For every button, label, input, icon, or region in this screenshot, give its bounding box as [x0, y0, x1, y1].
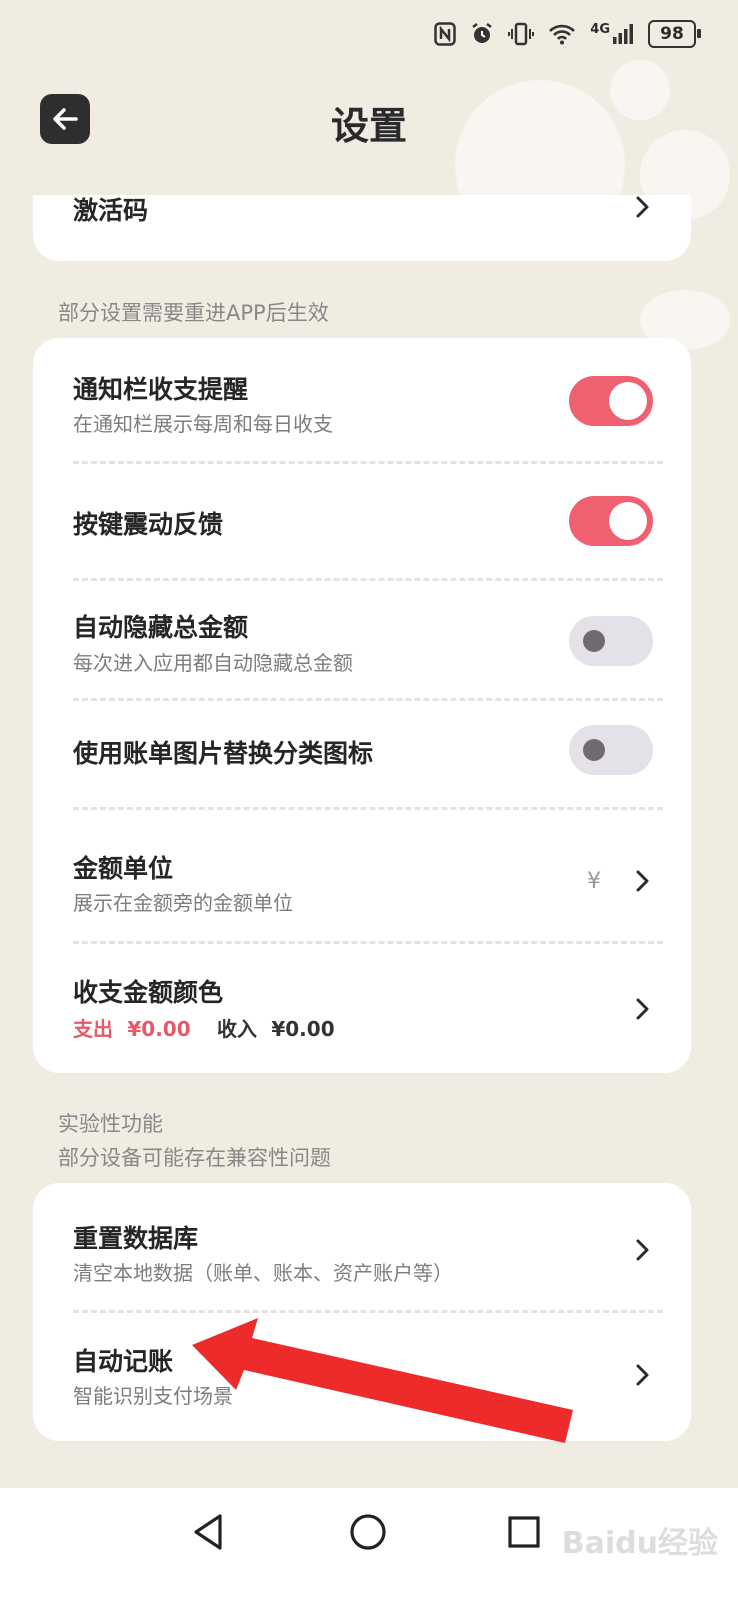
status-bar: 4G 98: [0, 0, 738, 70]
amount-color-title: 收支金额颜色: [73, 978, 224, 1007]
chevron-right-icon: [636, 196, 649, 218]
reset-database-subtitle: 清空本地数据（账单、账本、资产账户等）: [73, 1261, 453, 1285]
page-title: 设置: [330, 104, 407, 148]
activation-code-label: 激活码: [73, 196, 149, 225]
amount-unit-value: ¥: [587, 869, 601, 894]
section-notice: 部分设置需要重进APP后生效: [58, 301, 329, 325]
amount-color-preview: 支出 ¥0.00 收入 ¥0.00: [73, 1013, 335, 1042]
auto-bookkeeping-row[interactable]: 自动记账 智能识别支付场景: [33, 1312, 691, 1441]
notify-subtitle: 在通知栏展示每周和每日收支: [73, 412, 333, 436]
hide-amount-title: 自动隐藏总金额: [73, 613, 249, 642]
nav-recents-icon[interactable]: [506, 1512, 542, 1552]
toggle-knob: [583, 630, 605, 652]
battery-icon: 98: [648, 20, 701, 48]
amount-unit-row[interactable]: 金额单位 展示在金额旁的金额单位 ¥: [33, 809, 691, 941]
nfc-icon: [434, 22, 457, 46]
signal-icon: [613, 24, 633, 44]
amount-unit-subtitle: 展示在金额旁的金额单位: [73, 891, 293, 915]
income-value: ¥0.00: [271, 1017, 335, 1041]
vibrate-icon: [508, 22, 535, 46]
toggle-knob: [583, 739, 605, 761]
bill-image-row: 使用账单图片替换分类图标: [33, 700, 691, 808]
notify-row: 通知栏收支提醒 在通知栏展示每周和每日收支: [33, 338, 691, 458]
income-label: 收入: [216, 1017, 257, 1041]
experimental-label: 实验性功能: [58, 1112, 163, 1136]
reset-database-row[interactable]: 重置数据库 清空本地数据（账单、账本、资产账户等）: [33, 1183, 691, 1309]
hide-amount-toggle[interactable]: [569, 616, 653, 666]
bill-image-toggle[interactable]: [569, 725, 653, 775]
wifi-icon: [549, 24, 576, 45]
hide-amount-row: 自动隐藏总金额 每次进入应用都自动隐藏总金额: [33, 580, 691, 698]
auto-bookkeeping-subtitle: 智能识别支付场景: [73, 1384, 233, 1408]
chevron-right-icon: [636, 1239, 649, 1261]
network-type: 4G: [590, 21, 610, 37]
expense-label: 支出: [73, 1017, 113, 1041]
notify-toggle[interactable]: [569, 376, 653, 426]
header: 设置: [0, 90, 738, 150]
settings-card: 通知栏收支提醒 在通知栏展示每周和每日收支 按键震动反馈 自动隐藏总金额 每次进…: [33, 338, 691, 1073]
activation-code-row[interactable]: 激活码: [33, 195, 691, 235]
reset-database-title: 重置数据库: [73, 1224, 199, 1253]
hide-amount-subtitle: 每次进入应用都自动隐藏总金额: [73, 651, 353, 675]
watermark: Baidu经验: [561, 1526, 718, 1561]
experimental-card: 重置数据库 清空本地数据（账单、账本、资产账户等） 自动记账 智能识别支付场景: [33, 1183, 691, 1441]
chevron-right-icon: [636, 870, 649, 892]
nav-home-icon[interactable]: [348, 1512, 388, 1552]
toggle-knob: [609, 502, 647, 540]
auto-bookkeeping-title: 自动记账: [73, 1347, 174, 1376]
expense-value: ¥0.00: [127, 1017, 191, 1041]
toggle-knob: [609, 382, 647, 420]
vibrate-title: 按键震动反馈: [73, 510, 224, 539]
amount-unit-title: 金额单位: [73, 854, 174, 883]
nav-back-icon[interactable]: [190, 1512, 226, 1552]
amount-color-row[interactable]: 收支金额颜色 支出 ¥0.00 收入 ¥0.00: [33, 943, 691, 1073]
navigation-bar: Baidu经验: [0, 1488, 738, 1600]
vibrate-toggle[interactable]: [569, 496, 653, 546]
vibrate-row: 按键震动反馈: [33, 463, 691, 578]
chevron-right-icon: [636, 1364, 649, 1386]
activation-card: 激活码: [33, 195, 691, 261]
notify-title: 通知栏收支提醒: [73, 375, 249, 404]
bill-image-title: 使用账单图片替换分类图标: [73, 739, 374, 768]
chevron-right-icon: [636, 998, 649, 1020]
battery-level: 98: [660, 24, 684, 44]
experimental-subtitle: 部分设备可能存在兼容性问题: [58, 1146, 331, 1170]
alarm-icon: [472, 23, 493, 43]
